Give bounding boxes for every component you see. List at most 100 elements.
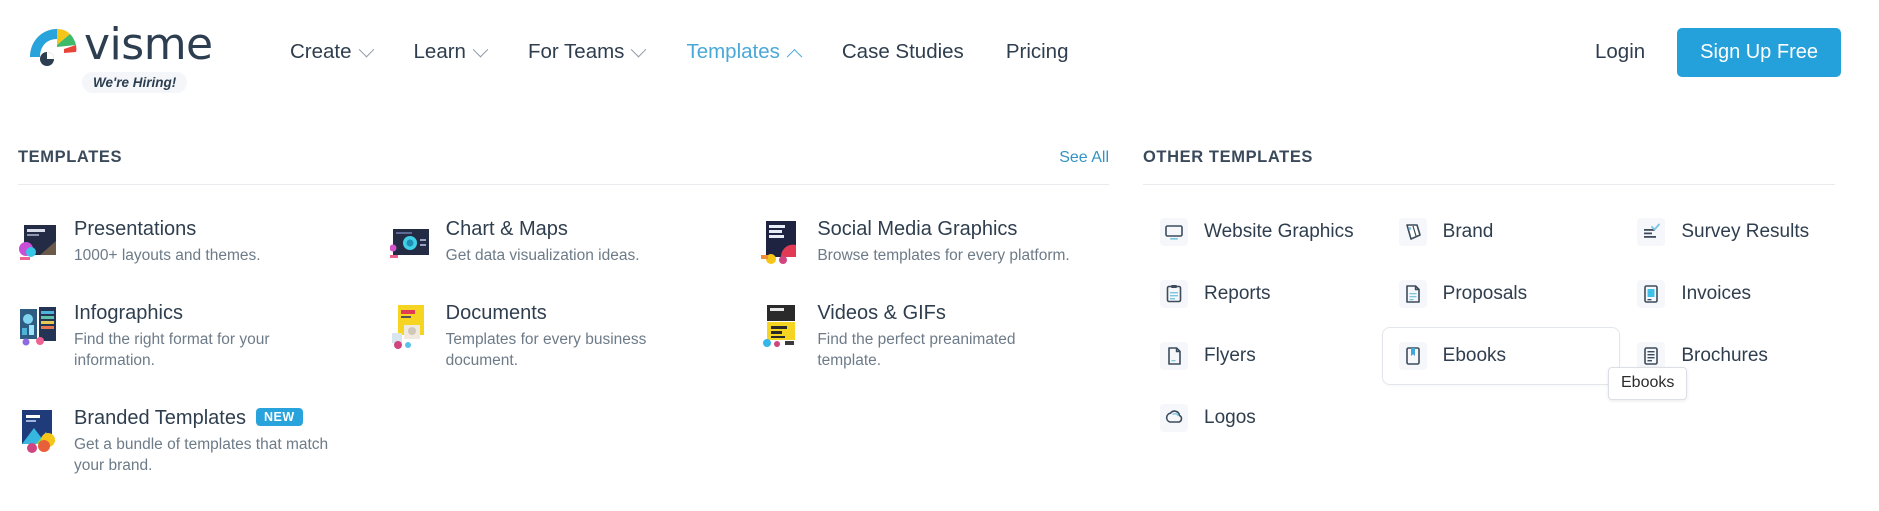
- template-desc: Browse templates for every platform.: [817, 247, 1070, 264]
- template-desc: Get data visualization ideas.: [445, 247, 640, 264]
- monitor-icon: [1160, 218, 1188, 246]
- nav-label: Templates: [686, 39, 780, 63]
- other-item-label: Brochures: [1681, 345, 1768, 366]
- templates-heading: TEMPLATES: [18, 148, 123, 166]
- other-templates-section-header: OTHER TEMPLATES: [1143, 104, 1859, 167]
- main-nav: Create Learn For Teams Templates Case St…: [269, 0, 1089, 104]
- were-hiring-badge[interactable]: We're Hiring!: [82, 72, 188, 93]
- other-item-brand[interactable]: Brand: [1382, 203, 1621, 261]
- new-badge: NEW: [255, 408, 303, 426]
- other-item-label: Proposals: [1442, 283, 1528, 304]
- other-templates-grid: Website Graphics Brand Survey Results Re…: [1143, 185, 1859, 447]
- nav-item-pricing[interactable]: Pricing: [985, 39, 1090, 63]
- other-item-label: Flyers: [1204, 345, 1256, 366]
- infographic-thumbnail: [18, 303, 58, 349]
- nav-label: Learn: [413, 39, 466, 63]
- other-item-label: Invoices: [1681, 283, 1752, 304]
- template-item-branded-templates[interactable]: Branded Templates NEW Get a bundle of te…: [18, 406, 390, 476]
- other-item-website-graphics[interactable]: Website Graphics: [1143, 203, 1382, 261]
- nav-label: Pricing: [1005, 39, 1069, 63]
- other-item-proposals[interactable]: Proposals: [1382, 265, 1621, 323]
- other-item-ebooks[interactable]: Ebooks: [1381, 327, 1621, 385]
- template-desc: Find the perfect preanimated template.: [817, 331, 1016, 369]
- nav-item-case-studies[interactable]: Case Studies: [821, 39, 985, 63]
- chart-thumbnail: [389, 219, 430, 265]
- template-title: Social Media Graphics: [817, 217, 1069, 241]
- flyer-page-icon: [1160, 342, 1188, 370]
- template-title: Branded Templates NEW: [74, 406, 336, 430]
- social-thumbnail: [761, 219, 802, 265]
- header-actions: Login Sign Up Free: [1573, 0, 1853, 104]
- nav-label: Case Studies: [841, 39, 964, 63]
- template-item-infographics[interactable]: Infographics Find the right format for y…: [18, 301, 390, 371]
- site-header: visme We're Hiring! Create Learn For Tea…: [0, 0, 1879, 104]
- template-title-text: Videos & GIFs: [817, 302, 946, 324]
- template-desc: Find the right format for your informati…: [74, 331, 270, 369]
- template-desc: Templates for every business document.: [445, 331, 647, 369]
- other-templates-column: OTHER TEMPLATES Website Graphics Brand S…: [1133, 104, 1859, 476]
- template-item-chart-maps[interactable]: Chart & Maps Get data visualization idea…: [389, 217, 762, 266]
- video-thumbnail: [761, 303, 802, 349]
- book-icon: [1398, 342, 1427, 370]
- template-item-documents[interactable]: Documents Templates for every business d…: [389, 301, 762, 371]
- nav-item-learn[interactable]: Learn: [393, 39, 507, 63]
- nav-item-create[interactable]: Create: [269, 39, 393, 63]
- nav-item-for-teams[interactable]: For Teams: [507, 39, 665, 63]
- chevron-down-icon: [631, 41, 647, 57]
- other-item-label: Brand: [1442, 221, 1494, 242]
- document-thumbnail: [389, 303, 430, 349]
- template-item-social-media-graphics[interactable]: Social Media Graphics Browse templates f…: [761, 217, 1133, 266]
- templates-section-header: TEMPLATES See All: [18, 104, 1133, 167]
- login-link[interactable]: Login: [1573, 40, 1667, 64]
- ebooks-tooltip: Ebooks: [1608, 367, 1688, 400]
- other-item-label: Survey Results: [1681, 221, 1810, 242]
- chevron-down-icon: [358, 41, 374, 57]
- template-title: Videos & GIFs: [817, 301, 1079, 325]
- nav-label: For Teams: [527, 39, 625, 63]
- brand-block[interactable]: visme We're Hiring!: [26, 22, 231, 94]
- template-title-text: Infographics: [74, 302, 183, 324]
- templates-column: TEMPLATES See All Presentations 1000+ la…: [0, 104, 1133, 476]
- document-icon: [1398, 280, 1427, 308]
- template-title: Chart & Maps: [446, 217, 640, 241]
- branded-thumbnail: [18, 408, 58, 454]
- nav-item-templates[interactable]: Templates: [665, 39, 820, 65]
- other-item-label: Website Graphics: [1204, 221, 1354, 242]
- invoice-icon: [1637, 280, 1666, 308]
- chevron-down-icon: [472, 41, 489, 57]
- template-title: Documents: [446, 301, 708, 325]
- templates-grid: Presentations 1000+ layouts and themes. …: [18, 185, 1133, 476]
- template-desc: 1000+ layouts and themes.: [74, 247, 261, 264]
- template-title: Infographics: [74, 301, 336, 325]
- other-item-flyers[interactable]: Flyers: [1143, 327, 1382, 385]
- other-item-label: Reports: [1204, 283, 1271, 304]
- other-templates-heading: OTHER TEMPLATES: [1143, 148, 1314, 166]
- sign-up-free-button[interactable]: Sign Up Free: [1677, 27, 1841, 77]
- brochure-icon: [1637, 342, 1666, 370]
- visme-wordmark: visme: [84, 19, 213, 70]
- template-title-text: Branded Templates: [74, 407, 246, 429]
- other-item-logos[interactable]: Logos: [1143, 389, 1382, 447]
- logo-cloud-icon: [1160, 404, 1188, 432]
- visme-fan-logo-icon: [26, 23, 78, 67]
- other-item-invoices[interactable]: Invoices: [1620, 265, 1859, 323]
- template-title-text: Chart & Maps: [445, 218, 568, 240]
- brand-tag-icon: [1398, 218, 1427, 246]
- clipboard-icon: [1160, 280, 1188, 308]
- templates-mega-menu: TEMPLATES See All Presentations 1000+ la…: [0, 104, 1879, 476]
- template-title: Presentations: [74, 217, 261, 241]
- template-title-text: Documents: [445, 302, 547, 324]
- other-item-label: Ebooks: [1442, 345, 1507, 366]
- presentation-thumbnail: [18, 219, 58, 265]
- nav-label: Create: [290, 39, 352, 63]
- survey-check-icon: [1637, 218, 1666, 246]
- template-item-presentations[interactable]: Presentations 1000+ layouts and themes.: [18, 217, 390, 266]
- template-title-text: Presentations: [74, 218, 197, 240]
- other-item-reports[interactable]: Reports: [1143, 265, 1382, 323]
- other-item-survey-results[interactable]: Survey Results: [1620, 203, 1859, 261]
- see-all-link[interactable]: See All: [1059, 149, 1109, 167]
- chevron-up-icon: [786, 48, 803, 65]
- template-item-videos-gifs[interactable]: Videos & GIFs Find the perfect preanimat…: [761, 301, 1133, 371]
- other-item-label: Logos: [1204, 407, 1256, 428]
- template-desc: Get a bundle of templates that match you…: [74, 436, 329, 474]
